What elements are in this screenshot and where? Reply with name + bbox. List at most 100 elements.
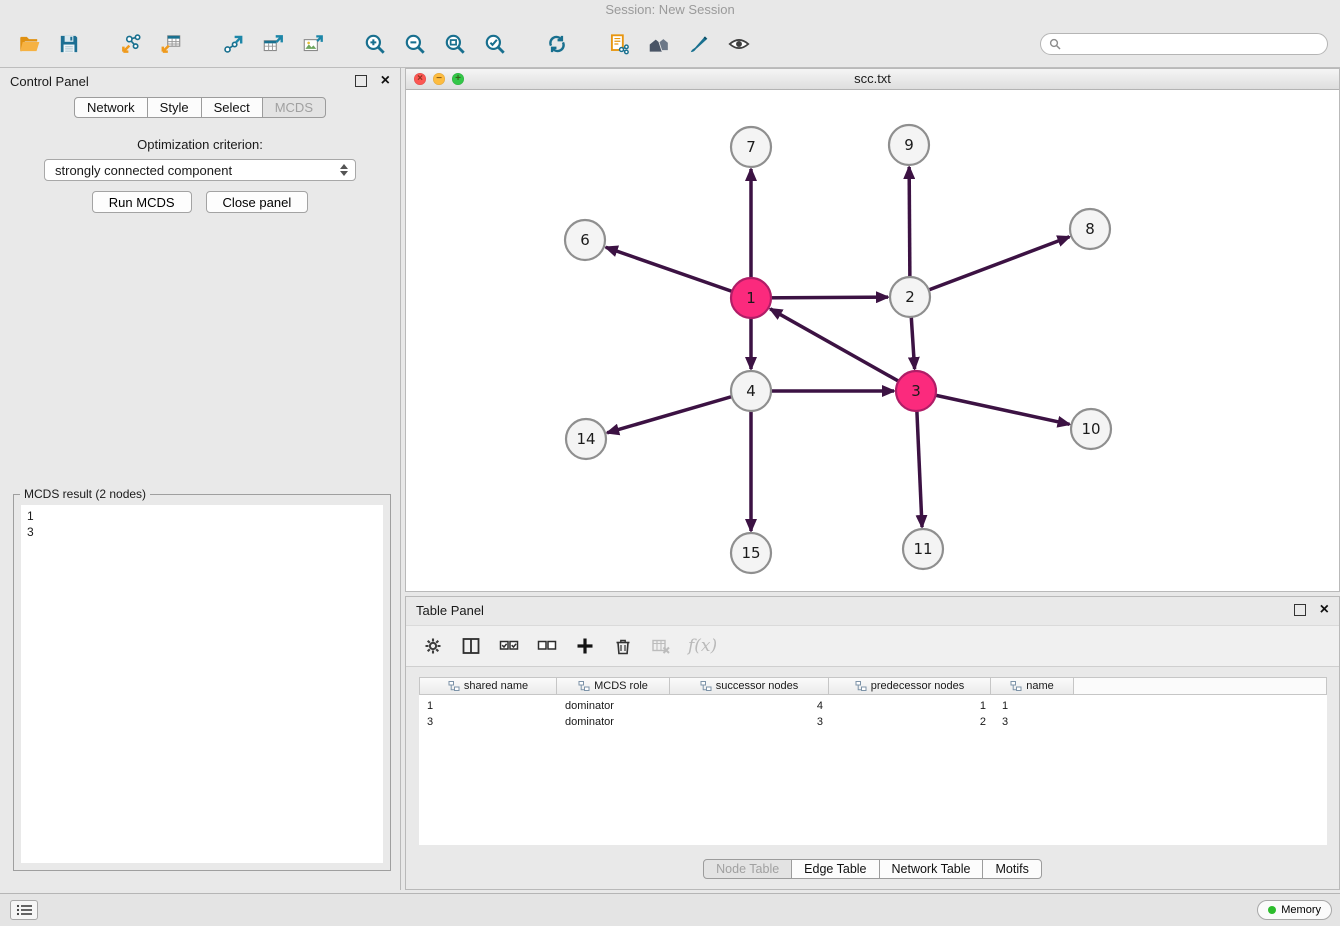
table-settings-button[interactable]: [422, 635, 444, 657]
node-label: 4: [746, 382, 756, 400]
deselect-all-rows-button[interactable]: [536, 635, 558, 657]
tab-node-table[interactable]: Node Table: [703, 859, 792, 879]
tab-motifs[interactable]: Motifs: [982, 859, 1041, 879]
network-graph[interactable]: 7 9 6 8 1 2 4 3 14 10 15 11: [406, 89, 1339, 591]
tab-style[interactable]: Style: [147, 97, 202, 118]
table-row[interactable]: 1dominator411: [419, 698, 1327, 714]
delete-column-icon: [612, 635, 634, 657]
graph-edge-4-14[interactable]: [607, 391, 751, 433]
list-icon: [14, 901, 34, 919]
table-settings-icon: [422, 635, 444, 657]
graph-node-8[interactable]: 8: [1070, 209, 1110, 249]
delete-column-button[interactable]: [612, 635, 634, 657]
graph-node-10[interactable]: 10: [1071, 409, 1111, 449]
export-image-icon: [301, 32, 325, 56]
export-image-button[interactable]: [296, 26, 330, 62]
column-header-name[interactable]: name: [990, 677, 1074, 695]
graph-node-2[interactable]: 2: [890, 277, 930, 317]
duplicate-network-view-button[interactable]: [602, 26, 636, 62]
close-window-button[interactable]: ×: [414, 73, 426, 85]
toolbar-group: [358, 26, 512, 62]
run-mcds-button[interactable]: Run MCDS: [92, 191, 192, 213]
graph-node-15[interactable]: 15: [731, 533, 771, 573]
graph-node-9[interactable]: 9: [889, 125, 929, 165]
column-header-successor-nodes[interactable]: successor nodes: [669, 677, 829, 695]
table-body: 1dominator4113dominator323: [419, 695, 1327, 845]
zoom-in-button[interactable]: [358, 26, 392, 62]
duplicate-network-view-icon: [607, 32, 631, 56]
zoom-fit-button[interactable]: [438, 26, 472, 62]
column-header-predecessor-nodes[interactable]: predecessor nodes: [828, 677, 991, 695]
node-label: 8: [1085, 220, 1095, 238]
table-header-row: shared nameMCDS role successor nodes prede…: [419, 677, 1327, 695]
export-table-icon: [261, 32, 285, 56]
memory-label: Memory: [1281, 904, 1321, 916]
close-mcds-panel-button[interactable]: Close panel: [206, 191, 309, 213]
export-network-icon: [221, 32, 245, 56]
tab-network-table[interactable]: Network Table: [879, 859, 984, 879]
column-visibility-button[interactable]: [460, 635, 482, 657]
tab-network[interactable]: Network: [74, 97, 148, 118]
open-file-button[interactable]: [12, 26, 46, 62]
graph-edge-3-10[interactable]: [916, 391, 1070, 424]
graph-node-3[interactable]: 3: [896, 371, 936, 411]
tab-edge-table[interactable]: Edge Table: [791, 859, 879, 879]
network-window-titlebar[interactable]: ×−+ scc.txt: [406, 69, 1339, 90]
float-table-panel-icon[interactable]: [1294, 604, 1306, 616]
graph-node-11[interactable]: 11: [903, 529, 943, 569]
graph-node-6[interactable]: 6: [565, 220, 605, 260]
graph-edge-3-1[interactable]: [770, 309, 916, 391]
window-controls: ×−+: [414, 73, 464, 85]
memory-button[interactable]: Memory: [1257, 900, 1332, 920]
zoom-window-button[interactable]: +: [452, 73, 464, 85]
graph-node-4[interactable]: 4: [731, 371, 771, 411]
import-table-button[interactable]: [154, 26, 188, 62]
close-panel-icon[interactable]: ×: [381, 73, 390, 89]
node-label: 2: [905, 288, 915, 306]
graph-edge-1-6[interactable]: [606, 247, 751, 298]
equation-builder-icon: f(x): [688, 636, 717, 656]
network-canvas[interactable]: 7 9 6 8 1 2 4 3 14 10 15 11: [406, 89, 1339, 591]
refresh-view-button[interactable]: [540, 26, 574, 62]
add-column-button[interactable]: [574, 635, 596, 657]
close-table-panel-icon[interactable]: ×: [1320, 602, 1329, 618]
mcds-result-groupbox: MCDS result (2 nodes) 13: [13, 494, 391, 871]
control-panel: Control Panel × NetworkStyleSelectMCDS O…: [0, 68, 401, 890]
tab-select[interactable]: Select: [201, 97, 263, 118]
apply-style-button[interactable]: [682, 26, 716, 62]
select-all-rows-button[interactable]: [498, 635, 520, 657]
column-header-label: predecessor nodes: [871, 680, 965, 692]
toolbar-group: [216, 26, 330, 62]
toggle-visibility-button[interactable]: [722, 26, 756, 62]
column-header-label: successor nodes: [716, 680, 799, 692]
export-table-button[interactable]: [256, 26, 290, 62]
graph-edge-2-8[interactable]: [910, 237, 1069, 297]
optimization-criterion-select[interactable]: strongly connected component: [44, 159, 356, 181]
zoom-out-button[interactable]: [398, 26, 432, 62]
column-header-shared-name[interactable]: shared name: [419, 677, 557, 695]
graph-node-1[interactable]: 1: [731, 278, 771, 318]
show-panel-list-button[interactable]: [10, 900, 38, 920]
search-input[interactable]: [1066, 36, 1319, 52]
table-cell-predecessor-nodes: 1: [831, 698, 994, 714]
equation-builder-button: f(x): [688, 636, 717, 656]
float-panel-icon[interactable]: [355, 75, 367, 87]
export-network-button[interactable]: [216, 26, 250, 62]
network-home-button[interactable]: [642, 26, 676, 62]
save-session-button[interactable]: [52, 26, 86, 62]
open-file-icon: [17, 32, 41, 56]
column-header-mcds-role[interactable]: MCDS role: [556, 677, 670, 695]
node-label: 10: [1081, 420, 1100, 438]
tab-mcds[interactable]: MCDS: [262, 97, 326, 118]
zoom-selected-button[interactable]: [478, 26, 512, 62]
import-network-button[interactable]: [114, 26, 148, 62]
mcds-buttons-row: Run MCDS Close panel: [0, 191, 400, 213]
graph-node-14[interactable]: 14: [566, 419, 606, 459]
minimize-window-button[interactable]: −: [433, 73, 445, 85]
search-box[interactable]: [1040, 33, 1328, 55]
table-row[interactable]: 3dominator323: [419, 714, 1327, 730]
column-edit-icon: [855, 680, 867, 692]
table-cell-mcds-role: dominator: [557, 698, 671, 714]
graph-node-7[interactable]: 7: [731, 127, 771, 167]
mcds-result-title: MCDS result (2 nodes): [20, 487, 150, 501]
